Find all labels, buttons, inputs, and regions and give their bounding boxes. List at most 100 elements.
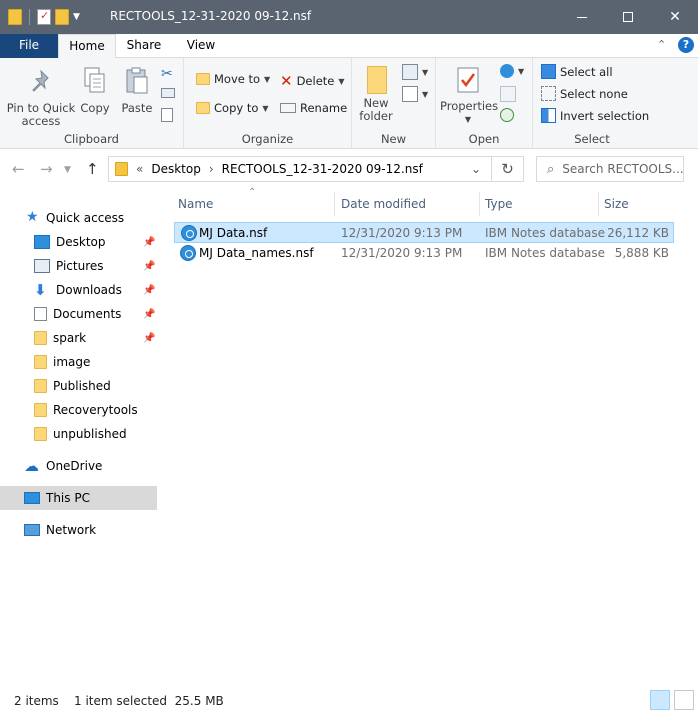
copy-path-button[interactable] [161,88,175,98]
folder-icon [34,403,47,417]
nav-onedrive[interactable]: ☁ OneDrive [0,454,157,478]
clipboard-group-label: Clipboard [64,132,119,146]
delete-button[interactable]: ✕ Delete ▼ [280,72,345,90]
pin-icon: 📌 [143,332,156,344]
forward-button[interactable]: → [40,160,53,178]
pin-to-quick-access-button[interactable]: Pin to Quick access [6,68,76,128]
recent-locations-dropdown-icon[interactable]: ▼ [64,165,71,175]
tab-view[interactable]: View [172,34,230,58]
nav-item-published[interactable]: Published [0,374,157,398]
minimize-button[interactable] [559,0,605,34]
invert-selection-button[interactable]: Invert selection [541,108,649,123]
nav-item-downloads[interactable]: ⬇ Downloads 📌 [0,278,157,302]
copy-button[interactable]: Copy [76,66,114,115]
nav-network[interactable]: Network [0,518,157,542]
open-button[interactable]: ▼ [500,64,524,78]
table-row[interactable]: MJ Data_names.nsf 12/31/2020 9:13 PM IBM… [174,243,674,264]
column-header-type[interactable]: Type [481,192,599,216]
address-dropdown-icon[interactable]: ⌄ [471,162,481,176]
breadcrumb-separator[interactable]: › [209,162,214,176]
search-input[interactable]: ⌕ Search RECTOOLS... [536,156,684,182]
nav-item-documents[interactable]: Documents 📌 [0,302,157,326]
paste-button[interactable]: Paste [118,66,156,115]
open-app-icon [500,64,514,78]
nav-this-pc[interactable]: This PC [0,486,157,510]
notes-database-icon [181,225,197,241]
large-icons-view-button[interactable] [674,690,694,710]
nav-item-image[interactable]: image [0,350,157,374]
customize-toolbar-dropdown-icon[interactable]: ▼ [73,12,80,22]
nav-item-pictures[interactable]: Pictures 📌 [0,254,157,278]
copy-to-button[interactable]: Copy to ▼ [196,101,269,115]
nav-item-unpublished[interactable]: unpublished [0,422,157,446]
column-header-name[interactable]: Name [174,192,335,216]
breadcrumb-current-folder[interactable]: RECTOOLS_12-31-2020 09-12.nsf [222,162,423,176]
documents-icon [34,307,47,321]
close-button[interactable]: ✕ [652,0,698,34]
folder-icon [34,355,47,369]
new-folder-button[interactable]: New folder [358,66,396,123]
tab-file[interactable]: File [0,34,58,58]
nav-item-desktop[interactable]: Desktop 📌 [0,230,157,254]
nav-item-label: unpublished [53,427,127,441]
invert-selection-icon [541,108,556,123]
new-group: New folder ▼ ▼ New [352,58,436,149]
status-item-count: 2 items [14,694,59,708]
move-to-label: Move to [214,72,261,86]
download-arrow-icon: ⬇ [34,281,47,299]
details-view-button[interactable] [650,690,670,710]
copy-folder-icon [196,102,210,114]
paste-shortcut-button[interactable] [161,108,173,122]
delete-dropdown-icon: ▼ [338,76,345,86]
back-button[interactable]: ← [12,160,25,178]
pin-label: Pin to Quick access [6,101,76,128]
maximize-button[interactable] [605,0,651,34]
nav-item-label: image [53,355,91,369]
copy-icon [84,67,105,93]
open-group-label: Open [468,132,500,146]
select-none-label: Select none [560,86,628,101]
easy-access-button[interactable]: ▼ [402,86,428,102]
new-item-button[interactable]: ▼ [402,64,428,80]
table-row[interactable]: MJ Data.nsf 12/31/2020 9:13 PM IBM Notes… [174,222,674,243]
open-dropdown-icon: ▼ [518,66,525,76]
column-header-size[interactable]: Size [600,192,676,216]
breadcrumb-desktop[interactable]: Desktop [151,162,201,176]
help-icon[interactable]: ? [678,37,694,53]
select-none-icon [541,86,556,101]
collapse-ribbon-icon[interactable]: ⌃ [657,38,666,51]
new-group-label: New [380,132,407,146]
nav-item-label: spark [53,331,87,345]
history-button[interactable] [500,108,514,122]
rename-button[interactable]: Rename [280,101,347,115]
properties-button[interactable]: Properties ▼ [440,66,499,126]
paste-icon [126,67,148,94]
status-bar: 2 items 1 item selected 25.5 MB [0,688,698,716]
tab-share[interactable]: Share [116,34,172,58]
properties-icon[interactable] [37,9,51,25]
up-button[interactable]: ↑ [86,160,99,178]
select-none-button[interactable]: Select none [541,86,628,101]
file-size: 26,112 KB [607,226,669,240]
tab-home[interactable]: Home [58,34,116,59]
rename-label: Rename [300,101,348,115]
move-to-button[interactable]: Move to ▼ [196,72,270,86]
cut-button[interactable]: ✂ [161,66,173,82]
address-overflow-chevrons[interactable]: « [136,162,143,176]
column-header-date[interactable]: Date modified [337,192,480,216]
nav-item-spark[interactable]: spark 📌 [0,326,157,350]
edit-button[interactable] [500,86,516,102]
nav-quick-access[interactable]: ★ Quick access [0,206,157,230]
nav-item-recoverytools[interactable]: Recoverytools [0,398,157,422]
invert-selection-label: Invert selection [560,108,650,123]
history-icon [500,108,514,122]
nav-item-label: Recoverytools [53,403,138,417]
refresh-button[interactable]: ↻ [492,156,524,182]
select-all-button[interactable]: Select all [541,64,613,79]
new-folder-icon[interactable] [55,9,69,25]
properties-label: Properties [440,99,499,113]
address-bar[interactable]: « Desktop › RECTOOLS_12-31-2020 09-12.ns… [108,156,492,182]
delete-label: Delete [296,74,335,88]
status-selection: 1 item selected 25.5 MB [74,694,224,708]
file-name: MJ Data_names.nsf [199,246,314,260]
